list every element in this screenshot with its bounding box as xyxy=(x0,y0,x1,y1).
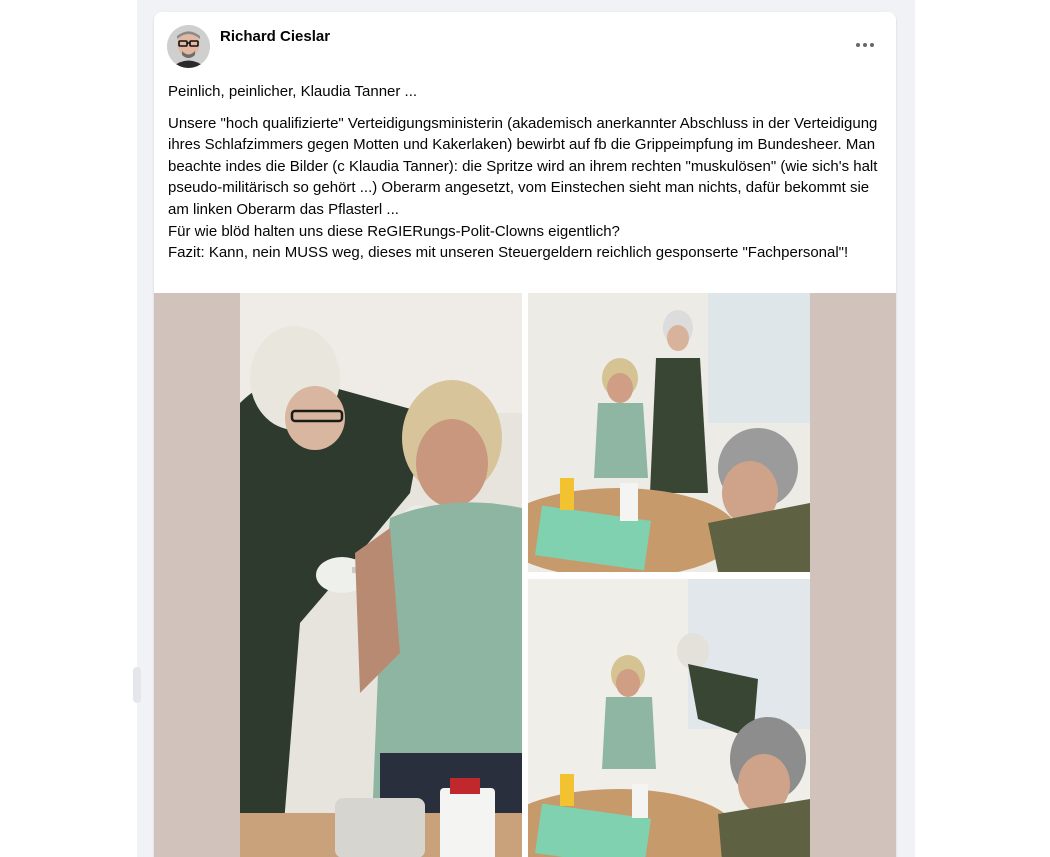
post-photo-collage[interactable] xyxy=(154,293,896,857)
avatar[interactable] xyxy=(167,25,210,68)
photo-group-injection[interactable] xyxy=(528,579,810,857)
author-name[interactable]: Richard Cieslar xyxy=(220,28,330,45)
post-header: Richard Cieslar xyxy=(154,12,896,76)
more-horizontal-icon xyxy=(856,43,874,47)
post-paragraph: Unsere "hoch qualifizierte" Verteidigung… xyxy=(168,114,878,218)
photo-vaccination-closeup[interactable] xyxy=(240,293,522,857)
post-paragraph: Fazit: Kann, nein MUSS weg, dieses mit u… xyxy=(168,244,849,262)
post-card: Richard Cieslar Peinlich, peinlicher, Kl… xyxy=(154,12,896,857)
collage-divider xyxy=(528,572,810,579)
sidebar-collapse-handle[interactable] xyxy=(133,667,141,703)
post-paragraph: Für wie blöd halten uns diese ReGIERungs… xyxy=(168,222,620,240)
post-text: Peinlich, peinlicher, Klaudia Tanner ...… xyxy=(168,81,890,264)
more-options-button[interactable] xyxy=(850,32,880,58)
post-headline: Peinlich, peinlicher, Klaudia Tanner ... xyxy=(168,83,418,100)
photo-group-seated[interactable] xyxy=(528,293,810,572)
avatar-photo xyxy=(167,25,210,68)
